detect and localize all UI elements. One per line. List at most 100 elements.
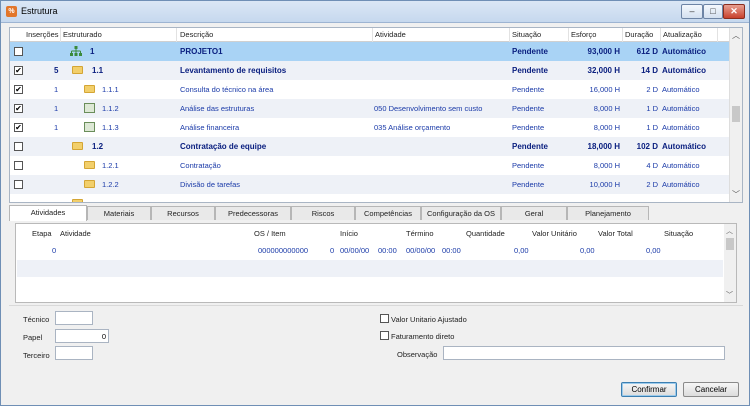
tab-materiais[interactable]: Materiais: [87, 206, 151, 220]
col-descricao[interactable]: Descrição: [180, 30, 213, 39]
inicio-time-value: 00:00: [378, 246, 397, 255]
maximize-icon: □: [710, 6, 716, 16]
tab-predecessoras[interactable]: Predecessoras: [215, 206, 291, 220]
atualizacao-value: Automático: [662, 142, 706, 151]
col-duracao[interactable]: Duração: [625, 30, 653, 39]
table-row[interactable]: 1.2 Contratação de equipe Pendente 18,000 H…: [10, 137, 730, 156]
sub-col-atividade[interactable]: Atividade: [60, 229, 91, 238]
sub-col-termino[interactable]: Término: [406, 229, 434, 238]
table-row[interactable]: 1.2.1 Contratação Pendente 8,000 H 4 D Automá…: [10, 156, 730, 175]
structure-code: 1.1.2: [102, 104, 119, 113]
tab-configuracao-os[interactable]: Configuração da OS: [421, 206, 501, 220]
structure-code: 1: [90, 47, 95, 56]
sub-col-etapa[interactable]: Etapa: [32, 229, 52, 238]
insercoes-value: 5: [54, 66, 59, 75]
row-checkbox[interactable]: ✔: [14, 85, 23, 94]
table-row[interactable]: ✔ 1 1.1.2 Análise das estruturas 050 Desenvo…: [10, 99, 730, 118]
termino-time-value: 00:00: [442, 246, 461, 255]
minimize-icon: –: [689, 6, 695, 16]
esforco-value: 8,000 H: [593, 123, 620, 132]
col-atualizacao[interactable]: Atualização: [663, 30, 702, 39]
col-situacao[interactable]: Situação: [512, 30, 541, 39]
tab-competencias[interactable]: Competências: [355, 206, 421, 220]
valor-total-value: 0,00: [580, 246, 595, 255]
table-row[interactable]: ✔ 5 1.1 Levantamento de requisitos Pendente 3…: [10, 61, 730, 80]
insercoes-value: 1: [54, 85, 59, 94]
row-checkbox[interactable]: [14, 142, 23, 151]
structure-code: 1.1.3: [102, 123, 119, 132]
observacao-input[interactable]: [443, 346, 725, 360]
tab-atividades[interactable]: Atividades: [9, 205, 87, 221]
grid-header: Inserções Estruturado Descrição Atividad…: [10, 28, 730, 42]
partially-hidden-row: [10, 198, 730, 202]
sub-col-os-item[interactable]: OS / Item: [254, 229, 286, 238]
tab-riscos[interactable]: Riscos: [291, 206, 355, 220]
atividade-value: 050 Desenvolvimento sem custo: [374, 104, 483, 113]
structure-code: 1.1.1: [102, 85, 119, 94]
sub-col-valor-unitario[interactable]: Valor Unitário: [532, 229, 577, 238]
app-icon: %: [6, 6, 17, 17]
duracao-value: 2 D: [646, 180, 658, 189]
row-checkbox[interactable]: [14, 180, 23, 189]
row-checkbox[interactable]: ✔: [14, 66, 23, 75]
situacao-value: Pendente: [512, 123, 545, 132]
col-insercoes[interactable]: Inserções: [26, 30, 59, 39]
duracao-value: 1 D: [646, 104, 658, 113]
terceiro-input[interactable]: [55, 346, 93, 360]
row-checkbox[interactable]: [14, 47, 23, 56]
grid-vertical-scrollbar[interactable]: ︿ ﹀: [729, 28, 742, 202]
structure-code: 1.1: [92, 66, 104, 75]
descricao-value: Consulta do técnico na área: [180, 85, 274, 94]
descricao-value: Análise financeira: [180, 123, 240, 132]
col-estruturado[interactable]: Estruturado: [63, 30, 102, 39]
tab-recursos[interactable]: Recursos: [151, 206, 215, 220]
col-esforco[interactable]: Esforço: [571, 30, 596, 39]
cancel-button[interactable]: Cancelar: [683, 382, 739, 397]
esforco-value: 10,000 H: [589, 180, 620, 189]
structure-code: 1.2.2: [102, 180, 119, 189]
situacao-value: Pendente: [512, 85, 545, 94]
os-item-value: 000000000000: [258, 246, 309, 255]
duracao-value: 14 D: [641, 66, 658, 75]
sub-col-valor-total[interactable]: Valor Total: [598, 229, 633, 238]
title-bar[interactable]: % Estrutura – □ ✕: [1, 1, 749, 23]
papel-input[interactable]: 0: [55, 329, 109, 343]
sub-col-inicio[interactable]: Início: [340, 229, 358, 238]
close-button[interactable]: ✕: [723, 4, 745, 19]
faturamento-direto-checkbox[interactable]: [380, 331, 389, 340]
sub-col-quantidade[interactable]: Quantidade: [466, 229, 505, 238]
table-row[interactable]: 1.2.2 Divisão de tarefas Pendente 10,000 H 2…: [10, 175, 730, 194]
sub-scroll-thumb[interactable]: [726, 238, 734, 250]
esforco-value: 32,000 H: [587, 66, 620, 75]
valor-unitario-ajustado-checkbox[interactable]: [380, 314, 389, 323]
table-row[interactable]: ✔ 1 1.1.3 Análise financeira 035 Análise orç…: [10, 118, 730, 137]
situacao-value: Pendente: [512, 161, 545, 170]
duracao-value: 2 D: [646, 85, 658, 94]
table-row[interactable]: 1 PROJETO1 Pendente 93,000 H 612 D Automático: [10, 42, 730, 61]
scroll-down-icon[interactable]: ﹀: [732, 189, 740, 200]
activities-scrollbar[interactable]: ︿ ﹀: [724, 224, 736, 302]
table-row[interactable]: ✔ 1 1.1.1 Consulta do técnico na área Penden…: [10, 80, 730, 99]
etapa-value: 0: [52, 246, 57, 255]
tecnico-input[interactable]: [55, 311, 93, 325]
situacao-value: Pendente: [512, 180, 545, 189]
duracao-value: 4 D: [646, 161, 658, 170]
tab-planejamento[interactable]: Planejamento: [567, 206, 649, 220]
scroll-thumb[interactable]: [732, 106, 740, 122]
sub-col-situacao[interactable]: Situação: [664, 229, 693, 238]
maximize-button[interactable]: □: [703, 4, 723, 19]
sub-scroll-up-icon[interactable]: ︿: [726, 226, 733, 236]
row-checkbox[interactable]: ✔: [14, 104, 23, 113]
situacao-value: Pendente: [512, 104, 545, 113]
scroll-up-icon[interactable]: ︿: [732, 30, 740, 41]
window-title: Estrutura: [21, 6, 58, 16]
tab-geral[interactable]: Geral: [501, 206, 567, 220]
insercoes-value: 1: [54, 104, 59, 113]
minimize-button[interactable]: –: [681, 4, 703, 19]
row-checkbox[interactable]: [14, 161, 23, 170]
esforco-value: 93,000 H: [587, 47, 620, 56]
confirm-button[interactable]: Confirmar: [621, 382, 677, 397]
col-atividade[interactable]: Atividade: [375, 30, 406, 39]
row-checkbox[interactable]: ✔: [14, 123, 23, 132]
sub-scroll-down-icon[interactable]: ﹀: [726, 290, 733, 300]
